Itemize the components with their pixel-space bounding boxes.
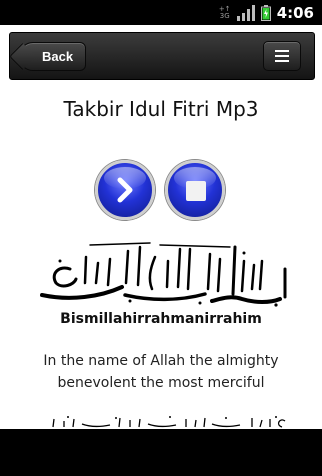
transliteration-text: Bismillahirrahmanirrahim: [60, 311, 262, 327]
back-button[interactable]: Back: [19, 42, 87, 71]
play-icon: [117, 177, 133, 203]
header-bar: Back: [9, 32, 315, 80]
translation-text: In the name of Allah the almighty benevo…: [43, 353, 279, 391]
status-icons: +↑ 3G 4:06: [219, 3, 314, 22]
bismillah-calligraphy-image: [40, 242, 287, 307]
network-3g-icon: +↑ 3G: [219, 5, 231, 20]
signal-bars-icon: [236, 4, 255, 21]
back-button-label: Back: [42, 49, 74, 64]
network-label-bottom: 3G: [219, 11, 230, 20]
stop-icon: [186, 181, 206, 201]
arabic-text-strip-image: [52, 416, 286, 428]
bottom-system-bar: [0, 429, 322, 476]
player-controls: [95, 160, 227, 222]
app-screen: Back Takbir Idul Fitri Mp3 Bismillahirra…: [0, 25, 322, 429]
page-title: Takbir Idul Fitri Mp3: [63, 97, 259, 121]
battery-charging-icon: [260, 4, 271, 21]
stop-button[interactable]: [165, 160, 225, 220]
play-button[interactable]: [95, 160, 155, 220]
status-time: 4:06: [276, 3, 314, 22]
status-bar: +↑ 3G 4:06: [0, 0, 322, 25]
menu-button[interactable]: [263, 41, 301, 71]
